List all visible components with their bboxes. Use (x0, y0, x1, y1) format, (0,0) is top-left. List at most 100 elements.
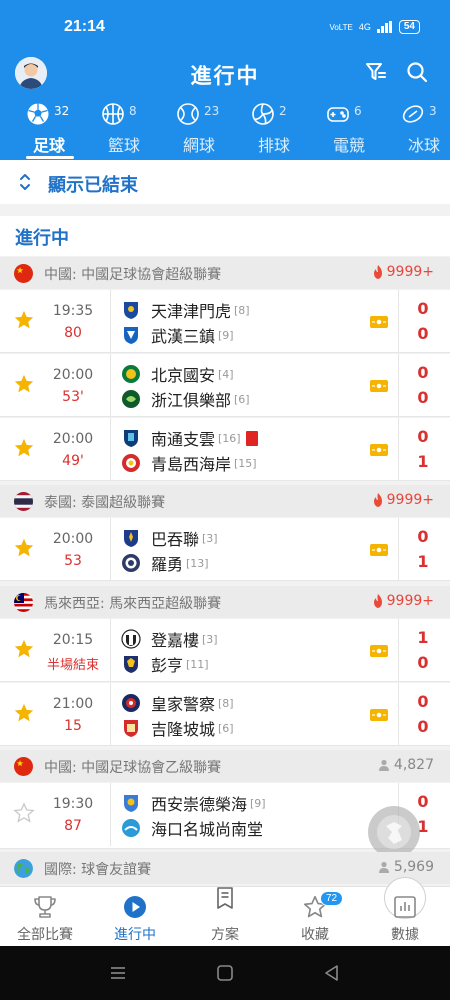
filter-icon[interactable] (364, 60, 388, 84)
live-stream-icon[interactable] (370, 643, 388, 657)
live-stream-icon[interactable] (370, 542, 388, 556)
divider (110, 683, 111, 746)
tab-volleyball[interactable]: 2 排球 (237, 100, 311, 160)
favorite-star-icon[interactable] (13, 702, 35, 724)
home-team: 天津津門虎 [8] (121, 299, 250, 321)
show-ended-toggle[interactable]: 顯示已結束 (0, 160, 450, 204)
league-header[interactable]: 國際: 球會友誼賽 5,969 (0, 852, 450, 884)
favorite-star-icon[interactable] (13, 373, 35, 395)
malaysia-flag-icon (14, 593, 33, 612)
away-score: 0 (417, 324, 429, 343)
league-header[interactable]: 泰國: 泰國超級聯賽 9999+ (0, 485, 450, 517)
hot-count-value: 9999+ (386, 264, 434, 280)
status-icons: VoLTE 4G 54 (329, 20, 420, 34)
nav-live[interactable]: 進行中 (90, 887, 180, 947)
tab-tennis[interactable]: 23 網球 (162, 100, 236, 160)
home-team-name: 皇家警察 (151, 695, 216, 714)
away-score: 1 (417, 552, 429, 571)
match-minute: 53 (64, 553, 82, 569)
match-row[interactable]: 20:00 53 巴吞聯 [3] 羅勇 [13] 0 1 (0, 518, 450, 581)
favorites-badge: 72 (320, 891, 344, 906)
china-flag-icon (14, 264, 33, 283)
divider (398, 290, 399, 353)
play-circle-icon (122, 894, 148, 920)
home-icon[interactable] (215, 963, 235, 983)
kickoff-time: 21:00 (52, 696, 94, 712)
away-score: 0 (417, 653, 429, 672)
section-heading-label: 進行中 (15, 228, 69, 249)
back-icon[interactable] (322, 963, 342, 983)
match-row[interactable]: 20:00 53' 北京國安 [4] 浙江俱樂部 [6] 0 0 (0, 354, 450, 417)
document-icon (212, 885, 238, 911)
volte-label: VoLTE (329, 22, 353, 32)
away-team: 浙江俱樂部 [6] (121, 388, 250, 410)
kickoff-time: 19:30 (52, 796, 94, 812)
live-stream-icon[interactable] (370, 707, 388, 721)
match-row[interactable]: 20:00 49' 南通支雲 [16] 青島西海岸 [15] 0 1 (0, 418, 450, 481)
league-header[interactable]: 中國: 中國足球協會超級聯賽 9999+ (0, 257, 450, 289)
match-row[interactable]: 20:15 半場結束 登嘉樓 [3] 彭亨 [11] 1 0 (0, 619, 450, 682)
tennis-ball-icon (176, 102, 200, 126)
live-stream-icon[interactable] (370, 314, 388, 328)
away-team-name: 彭亨 (151, 656, 184, 675)
globe-icon (14, 859, 33, 878)
away-team-rank: [9] (218, 328, 234, 342)
tab-hockey-count: 3 (429, 104, 437, 118)
active-tab-indicator (26, 156, 74, 159)
home-team-name: 南通支雲 (151, 430, 216, 449)
tab-hockey[interactable]: 3 冰球 (387, 100, 450, 160)
menu-icon[interactable] (108, 963, 128, 983)
nav-all-matches[interactable]: 全部比賽 (0, 887, 90, 947)
live-stream-icon[interactable] (370, 442, 388, 456)
tab-esports[interactable]: 6 電競 (312, 100, 386, 160)
team-logo-icon (121, 528, 141, 548)
favorite-star-icon[interactable] (13, 537, 35, 559)
nav-plans[interactable]: 方案 (180, 877, 426, 947)
favorite-star-icon[interactable] (13, 309, 35, 331)
team-logo-icon (121, 364, 141, 384)
nav-favorites[interactable]: 72 收藏 (270, 887, 360, 947)
tab-basketball[interactable]: 8 籃球 (87, 100, 161, 160)
away-team: 吉隆坡城 [6] (121, 717, 234, 739)
home-team-name: 北京國安 (151, 366, 216, 385)
league-viewers: 5,969 (378, 859, 434, 875)
league-header[interactable]: 中國: 中國足球協會乙級聯賽 4,827 (0, 750, 450, 782)
fire-icon (373, 493, 382, 507)
home-score: 1 (417, 628, 429, 647)
live-stream-icon[interactable] (370, 378, 388, 392)
signal-icon (376, 21, 393, 33)
viewer-count: 5,969 (393, 859, 434, 875)
away-team-rank: [6] (218, 721, 234, 735)
divider (110, 290, 111, 353)
match-minute: 87 (64, 818, 82, 834)
home-score: 0 (417, 363, 429, 382)
home-team: 西安崇德榮海 [9] (121, 792, 266, 814)
nav-label: 全部比賽 (17, 927, 73, 943)
kickoff-time: 20:00 (52, 531, 94, 547)
nav-data[interactable]: 數據 (360, 887, 450, 947)
favorite-star-outline-icon[interactable] (13, 802, 35, 824)
gamepad-icon (326, 102, 350, 126)
tab-basketball-count: 8 (129, 104, 137, 118)
match-minute: 53' (62, 389, 84, 405)
away-score: 0 (417, 388, 429, 407)
expand-chevron-icon (18, 170, 32, 194)
thailand-flag-icon (14, 492, 33, 511)
section-heading: 進行中 (0, 216, 450, 256)
match-row[interactable]: 19:35 80 天津津門虎 [8] 武漢三鎮 [9] 0 0 (0, 290, 450, 353)
match-row[interactable]: 21:00 15 皇家警察 [8] 吉隆坡城 [6] 0 0 (0, 683, 450, 746)
tab-volleyball-label: 排球 (257, 136, 290, 155)
show-ended-label: 顯示已結束 (48, 175, 138, 196)
away-team: 彭亨 [11] (121, 653, 209, 675)
tab-soccer[interactable]: 32 足球 (12, 100, 86, 160)
home-team-name: 天津津門虎 (151, 302, 232, 321)
favorite-star-icon[interactable] (13, 437, 35, 459)
league-header[interactable]: 馬來西亞: 馬來西亞超級聯賽 9999+ (0, 586, 450, 618)
floating-action-button[interactable] (368, 806, 420, 858)
away-team-name: 浙江俱樂部 (151, 391, 232, 410)
away-score: 1 (417, 452, 429, 471)
battery-icon: 54 (398, 20, 420, 34)
favorite-star-icon[interactable] (13, 638, 35, 660)
search-icon[interactable] (405, 60, 429, 84)
team-logo-icon (121, 300, 141, 320)
